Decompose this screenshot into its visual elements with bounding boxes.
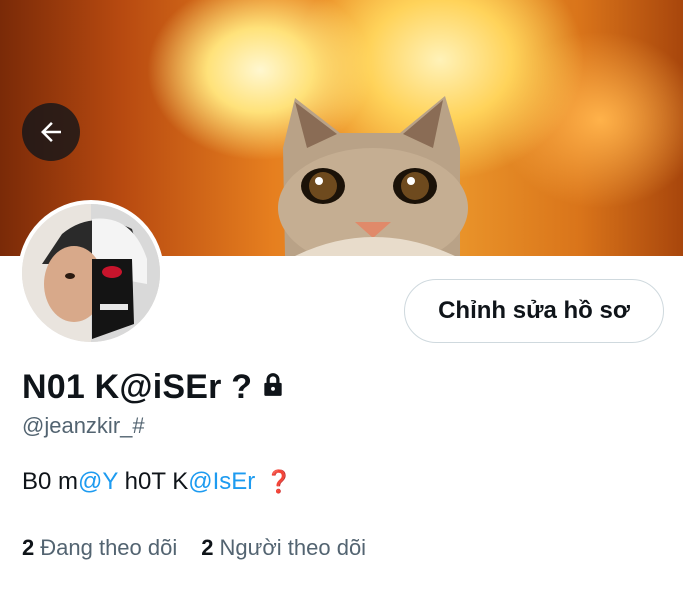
following-count: 2 (22, 535, 35, 560)
following-label: Đang theo dõi (40, 535, 178, 560)
arrow-left-icon (41, 122, 61, 142)
display-name-row: N01 K@iSEr ? (22, 368, 286, 407)
bio: B0 m@Y h0T K@IsEr ❓ (22, 468, 293, 496)
cat-image (278, 96, 468, 256)
display-name: N01 K@iSEr ? (22, 368, 253, 406)
following-link[interactable]: 2 Đang theo dõi (22, 535, 177, 561)
avatar[interactable] (18, 200, 164, 346)
followers-label: Người theo dõi (219, 535, 367, 560)
followers-link[interactable]: 2 Người theo dõi (201, 535, 366, 561)
followers-count: 2 (201, 535, 214, 560)
back-button[interactable] (22, 103, 80, 161)
bio-mention-link[interactable]: @IsEr (188, 468, 255, 495)
lock-icon (260, 372, 286, 403)
bio-text: h0T K (117, 468, 189, 495)
handle: @jeanzkir_# (22, 413, 145, 438)
follow-stats: 2 Đang theo dõi 2 Người theo dõi (22, 535, 366, 561)
bio-text: B0 m (22, 468, 79, 495)
bio-mention-link[interactable]: @Y (78, 468, 118, 495)
edit-profile-button[interactable]: Chỉnh sửa hồ sơ (404, 279, 664, 343)
question-mark-emoji: ❓ (265, 469, 293, 494)
avatar-image (22, 204, 160, 342)
